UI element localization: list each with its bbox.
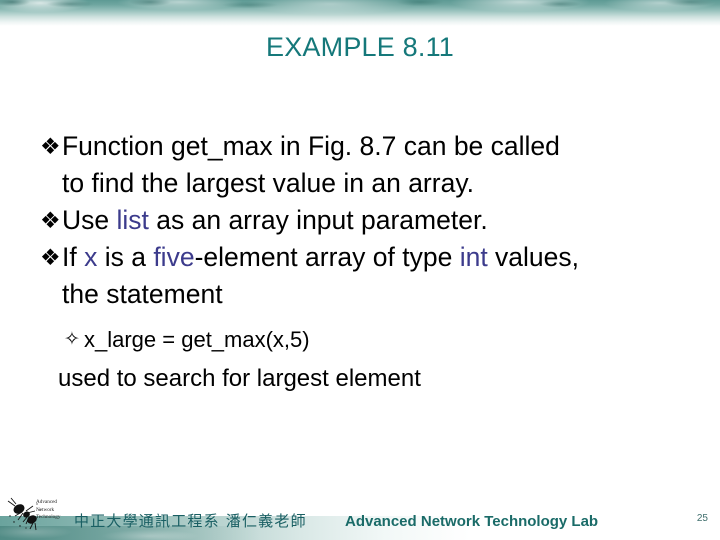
bullet-3-keyword-x: x — [84, 242, 98, 272]
bullet-2-segment-3: as an array input parameter. — [148, 205, 488, 235]
ant-logo: Advanced Network Technology — [6, 496, 70, 534]
bullet-3-segment-1: If — [62, 242, 85, 272]
sub-bullet-item: ✧ x_large = get_max(x,5) — [40, 324, 700, 355]
bullet-3-segment-3: is a — [97, 242, 154, 272]
slide-body: ❖ Function get_max in Fig. 8.7 can be ca… — [40, 128, 700, 396]
closing-line: used to search for largest element — [58, 365, 421, 392]
page-number: 25 — [696, 513, 708, 524]
slide-canvas: { "slide": { "title": "EXAMPLE 8.11", "p… — [0, 0, 720, 540]
logo-line-3: Technology — [36, 514, 61, 521]
bullet-item-2: ❖ Use list as an array input parameter. — [40, 202, 700, 239]
bullet-2-segment-1: Use — [62, 205, 117, 235]
footer-department-label: 中正大學通訊工程系 潘仁義老師 — [74, 512, 307, 530]
page-title: EXAMPLE 8.11 — [266, 32, 454, 62]
diamond-bullet-icon: ❖ — [40, 133, 61, 159]
logo-line-2: Network — [36, 506, 55, 513]
footer-lab-label: Advanced Network Technology Lab — [345, 513, 599, 530]
bullet-2-keyword-list: list — [116, 205, 149, 235]
bullet-3-continuation: the statement — [62, 279, 223, 309]
bullet-item-1: ❖ Function get_max in Fig. 8.7 can be ca… — [40, 128, 700, 165]
bullet-text-1: Function get_max in Fig. 8.7 can be call… — [62, 128, 700, 165]
bullet-3-segment-7: values, — [487, 242, 580, 272]
bullet-item-3: ❖ If x is a five-element array of type i… — [40, 239, 700, 276]
bullet-text-2: Use list as an array input parameter. — [62, 202, 700, 239]
bullet-3-segment-5: -element array of type — [194, 242, 460, 272]
bullet-1-continuation: to find the largest value in an array. — [62, 168, 474, 198]
bullet-3-keyword-five: five — [153, 242, 195, 272]
bullet-text-3: If x is a five-element array of type int… — [62, 239, 700, 276]
bullet-1-segment-1: Function get_max in Fig. 8.7 can be call… — [62, 131, 560, 161]
open-diamond-bullet-icon: ✧ — [64, 329, 80, 350]
logo-line-1: Advanced — [36, 499, 58, 505]
top-decorative-band — [0, 0, 720, 26]
bullet-3-keyword-int: int — [459, 242, 488, 272]
diamond-bullet-icon: ❖ — [40, 244, 61, 270]
diamond-bullet-icon: ❖ — [40, 207, 61, 233]
ant-logo-wordmark: Advanced Network Technology — [36, 499, 60, 522]
sub-bullet-code-text: x_large = get_max(x,5) — [84, 327, 310, 352]
